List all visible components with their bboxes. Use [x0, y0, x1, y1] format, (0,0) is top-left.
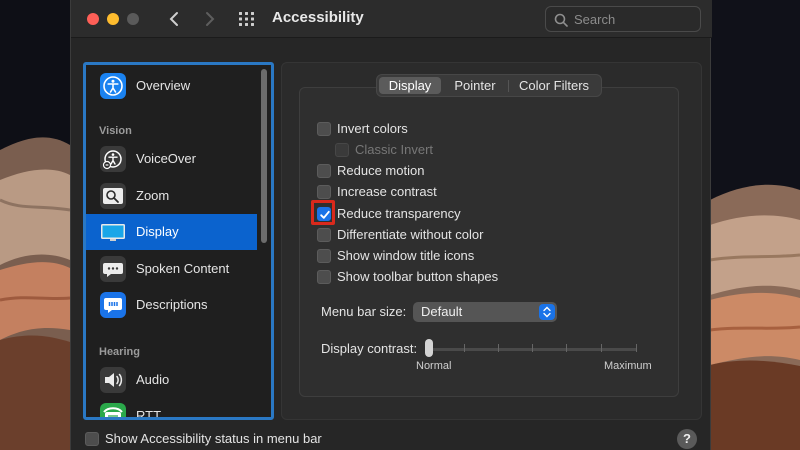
sidebar-item-audio[interactable]: Audio	[86, 362, 257, 398]
minimize-window-button[interactable]	[107, 13, 119, 25]
show-status-in-menu-bar-checkbox[interactable]	[85, 432, 99, 446]
menu-bar-size-value: Default	[421, 304, 463, 319]
slider-tick	[532, 344, 533, 352]
speaker-icon	[100, 367, 126, 393]
slider-tick	[498, 344, 499, 352]
sidebar-section-vision: Vision	[99, 125, 132, 137]
menu-bar-size-select[interactable]: Default	[413, 302, 557, 322]
show-window-title-icons-label: Show window title icons	[337, 248, 475, 263]
settings-tab-bar: Display Pointer Color Filters	[376, 74, 602, 97]
rtt-phone-icon	[100, 403, 126, 417]
show-all-grid-button[interactable]	[238, 11, 256, 27]
slider-tick	[601, 344, 602, 352]
sidebar-item-voiceover[interactable]: VoiceOver	[86, 141, 257, 177]
sidebar-item-label: Spoken Content	[136, 261, 230, 276]
grid-icon	[239, 12, 254, 26]
chevron-right-icon	[206, 12, 215, 26]
classic-invert-checkbox	[335, 143, 349, 157]
sidebar-item-rtt[interactable]: RTT	[86, 398, 257, 420]
reduce-transparency-label: Reduce transparency	[337, 206, 461, 221]
category-sidebar: Overview Vision VoiceOver Zoom Display S…	[83, 62, 274, 420]
increase-contrast-label: Increase contrast	[337, 184, 437, 199]
window-title: Accessibility	[272, 9, 364, 26]
slider-tick	[636, 344, 637, 352]
show-toolbar-button-shapes-checkbox[interactable]	[317, 270, 331, 284]
classic-invert-label: Classic Invert	[355, 142, 434, 157]
slider-max-label: Maximum	[604, 360, 652, 372]
show-status-in-menu-bar-label: Show Accessibility status in menu bar	[105, 431, 322, 446]
sidebar-item-spoken-content[interactable]: Spoken Content	[86, 251, 257, 287]
accessibility-icon	[100, 73, 126, 99]
search-field[interactable]	[545, 6, 701, 32]
sidebar-item-label: Display	[136, 224, 179, 239]
sidebar-section-hearing: Hearing	[99, 346, 140, 358]
invert-colors-checkbox[interactable]	[317, 122, 331, 136]
slider-min-label: Normal	[416, 360, 452, 372]
sidebar-item-label: Overview	[136, 78, 191, 93]
search-icon	[554, 13, 568, 27]
desktop-wallpaper-left	[0, 0, 70, 450]
quote-bubble-icon	[100, 292, 126, 318]
tab-color-filters[interactable]: Color Filters	[509, 77, 599, 94]
sidebar-item-label: RTT	[136, 408, 162, 420]
sidebar-item-zoom[interactable]: Zoom	[86, 178, 257, 214]
annotation-highlight-box	[311, 200, 335, 225]
increase-contrast-checkbox[interactable]	[317, 185, 331, 199]
desktop-wallpaper-right	[710, 0, 800, 450]
show-toolbar-button-shapes-label: Show toolbar button shapes	[337, 269, 499, 284]
close-window-button[interactable]	[87, 13, 99, 25]
back-button[interactable]	[165, 8, 185, 30]
display-icon	[100, 219, 126, 245]
voiceover-icon	[100, 146, 126, 172]
chevron-left-icon	[169, 12, 178, 26]
sidebar-item-label: VoiceOver	[136, 151, 196, 166]
updown-arrows-icon	[539, 304, 555, 320]
tab-pointer[interactable]: Pointer	[443, 77, 507, 94]
menu-bar-size-label: Menu bar size:	[321, 304, 407, 319]
reduce-motion-label: Reduce motion	[337, 163, 425, 178]
forward-button[interactable]	[199, 8, 219, 30]
search-input[interactable]	[574, 10, 694, 28]
sidebar-item-display[interactable]: Display	[86, 214, 257, 250]
title-bar: Accessibility	[71, 0, 712, 38]
sidebar-item-label: Descriptions	[136, 297, 208, 312]
reduce-motion-checkbox[interactable]	[317, 164, 331, 178]
help-button[interactable]: ?	[677, 429, 697, 449]
show-window-title-icons-checkbox[interactable]	[317, 249, 331, 263]
tab-display[interactable]: Display	[379, 77, 441, 94]
display-contrast-label: Display contrast:	[321, 341, 418, 356]
sidebar-item-label: Zoom	[136, 188, 170, 203]
speech-bubble-icon	[100, 256, 126, 282]
zoom-window-button[interactable]	[127, 13, 139, 25]
differentiate-without-color-checkbox[interactable]	[317, 228, 331, 242]
display-contrast-slider-thumb[interactable]	[425, 339, 433, 357]
sidebar-item-label: Audio	[136, 372, 170, 387]
slider-tick	[566, 344, 567, 352]
display-contrast-slider[interactable]	[431, 348, 637, 351]
sidebar-item-overview[interactable]: Overview	[86, 68, 257, 104]
differentiate-without-color-label: Differentiate without color	[337, 227, 484, 242]
slider-tick	[464, 344, 465, 352]
sidebar-item-descriptions[interactable]: Descriptions	[86, 287, 257, 323]
sidebar-scrollbar[interactable]	[261, 69, 267, 243]
system-preferences-window: Accessibility Overview Vision	[70, 0, 712, 450]
invert-colors-label: Invert colors	[337, 121, 408, 136]
zoom-icon	[100, 183, 126, 209]
